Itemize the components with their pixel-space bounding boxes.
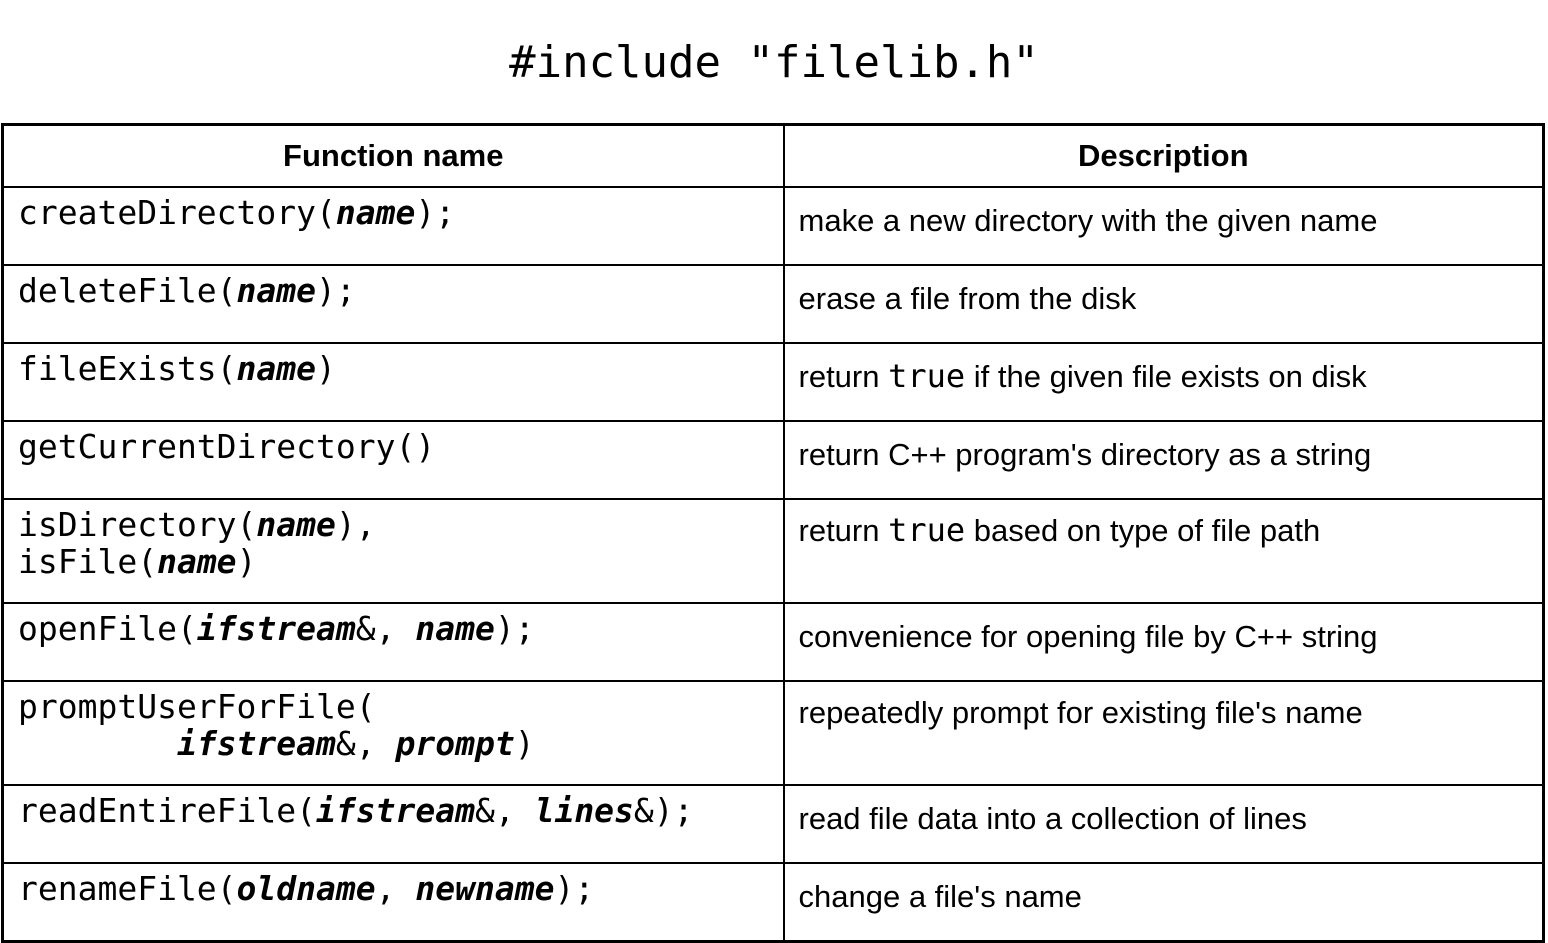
description-text: return C++ program's directory as a stri…: [798, 437, 1372, 472]
description-text: erase a file from the disk: [798, 281, 1137, 316]
description-text: convenience for opening file by C++ stri…: [798, 619, 1378, 654]
function-signature-cell: renameFile(oldname, newname);: [1, 862, 785, 943]
function-code-text: &,: [474, 791, 535, 830]
function-code-text: ): [236, 542, 257, 581]
inline-code-keyword: true: [888, 511, 966, 549]
parameter-name: oldname: [236, 869, 376, 908]
function-code-text: isDirectory(: [18, 505, 257, 544]
function-signature-cell: getCurrentDirectory(): [1, 420, 785, 500]
function-code-text: );: [415, 193, 456, 232]
function-code-text: fileExists(: [18, 349, 237, 388]
description-text: return: [798, 359, 889, 394]
column-header-description: Description: [782, 123, 1545, 188]
inline-code-keyword: true: [888, 357, 966, 395]
function-code-text: getCurrentDirectory(): [18, 427, 436, 466]
function-code-text: );: [316, 271, 356, 310]
table-row: createDirectory(name); make a new directo…: [1, 186, 1545, 266]
description-cell: erase a file from the disk: [782, 264, 1545, 344]
description-cell: return C++ program's directory as a stri…: [782, 420, 1545, 500]
function-code-text: openFile(: [18, 609, 197, 648]
function-code-text: deleteFile(: [18, 271, 237, 310]
description-text: return: [798, 513, 889, 548]
table-body: createDirectory(name); make a new directo…: [1, 186, 1545, 943]
description-text: read file data into a collection of line…: [798, 801, 1307, 836]
function-code-text: createDirectory(: [18, 193, 336, 232]
description-cell: return true if the given file exists on …: [782, 342, 1545, 422]
table-row: deleteFile(name); erase a file from the d…: [1, 264, 1545, 344]
function-signature-cell: readEntireFile(ifstream&, lines&);: [1, 784, 785, 864]
function-code-text: ): [514, 724, 535, 763]
table-row: renameFile(oldname, newname); change a fi…: [1, 862, 1545, 943]
parameter-name: lines: [534, 791, 634, 830]
description-cell: change a file's name: [782, 862, 1545, 943]
parameter-name: name: [415, 609, 495, 648]
description-text: repeatedly prompt for existing file's na…: [798, 695, 1363, 730]
function-signature-cell: isDirectory(name), isFile(name): [1, 498, 785, 604]
function-signature-cell: openFile(ifstream&, name);: [1, 602, 785, 682]
function-code-text: renameFile(: [18, 869, 237, 908]
function-code-text: &,: [335, 724, 396, 763]
function-signature-cell: createDirectory(name);: [1, 186, 785, 266]
parameter-name: prompt: [395, 724, 515, 763]
description-text: make a new directory with the given name: [798, 203, 1378, 238]
parameter-name: name: [236, 271, 317, 310]
description-cell: make a new directory with the given name: [782, 186, 1545, 266]
parameter-name: name: [236, 349, 317, 388]
function-code-text: ): [316, 349, 336, 388]
description-cell: convenience for opening file by C++ stri…: [782, 602, 1545, 682]
function-code-text: readEntireFile(: [18, 791, 317, 830]
parameter-name: ifstream: [176, 724, 336, 763]
function-code-text: &);: [633, 791, 694, 830]
function-signature-cell: fileExists(name): [1, 342, 785, 422]
function-table: Function name Description createDirector…: [1, 123, 1545, 943]
table-row: openFile(ifstream&, name); convenience fo…: [1, 602, 1545, 682]
table-row: isDirectory(name), isFile(name) return tr…: [1, 498, 1545, 604]
function-signature-cell: promptUserForFile( ifstream&, prompt): [1, 680, 785, 786]
table-header-row: Function name Description: [1, 123, 1545, 188]
page-title: #include "filelib.h": [509, 37, 1039, 88]
parameter-name: name: [256, 505, 336, 544]
description-cell: repeatedly prompt for existing file's na…: [782, 680, 1545, 786]
description-cell: return true based on type of file path: [782, 498, 1545, 604]
function-code-text: ,: [375, 869, 416, 908]
table-row: fileExists(name) return true if the given…: [1, 342, 1545, 422]
description-cell: read file data into a collection of line…: [782, 784, 1545, 864]
description-text: change a file's name: [798, 879, 1082, 914]
function-code-text: &,: [355, 609, 416, 648]
description-text: based on type of file path: [965, 513, 1321, 548]
parameter-name: ifstream: [316, 791, 475, 830]
parameter-name: ifstream: [196, 609, 356, 648]
table-row: promptUserForFile( ifstream&, prompt) rep…: [1, 680, 1545, 786]
parameter-name: name: [157, 542, 237, 581]
table-row: readEntireFile(ifstream&, lines&); read f…: [1, 784, 1545, 864]
function-code-text: );: [494, 609, 535, 648]
parameter-name: name: [335, 193, 416, 232]
function-signature-cell: deleteFile(name);: [1, 264, 785, 344]
parameter-name: newname: [415, 869, 555, 908]
column-header-function-name: Function name: [1, 123, 785, 188]
description-text: if the given file exists on disk: [965, 359, 1367, 394]
table-row: getCurrentDirectory() return C++ program'…: [1, 420, 1545, 500]
function-code-text: );: [554, 869, 595, 908]
